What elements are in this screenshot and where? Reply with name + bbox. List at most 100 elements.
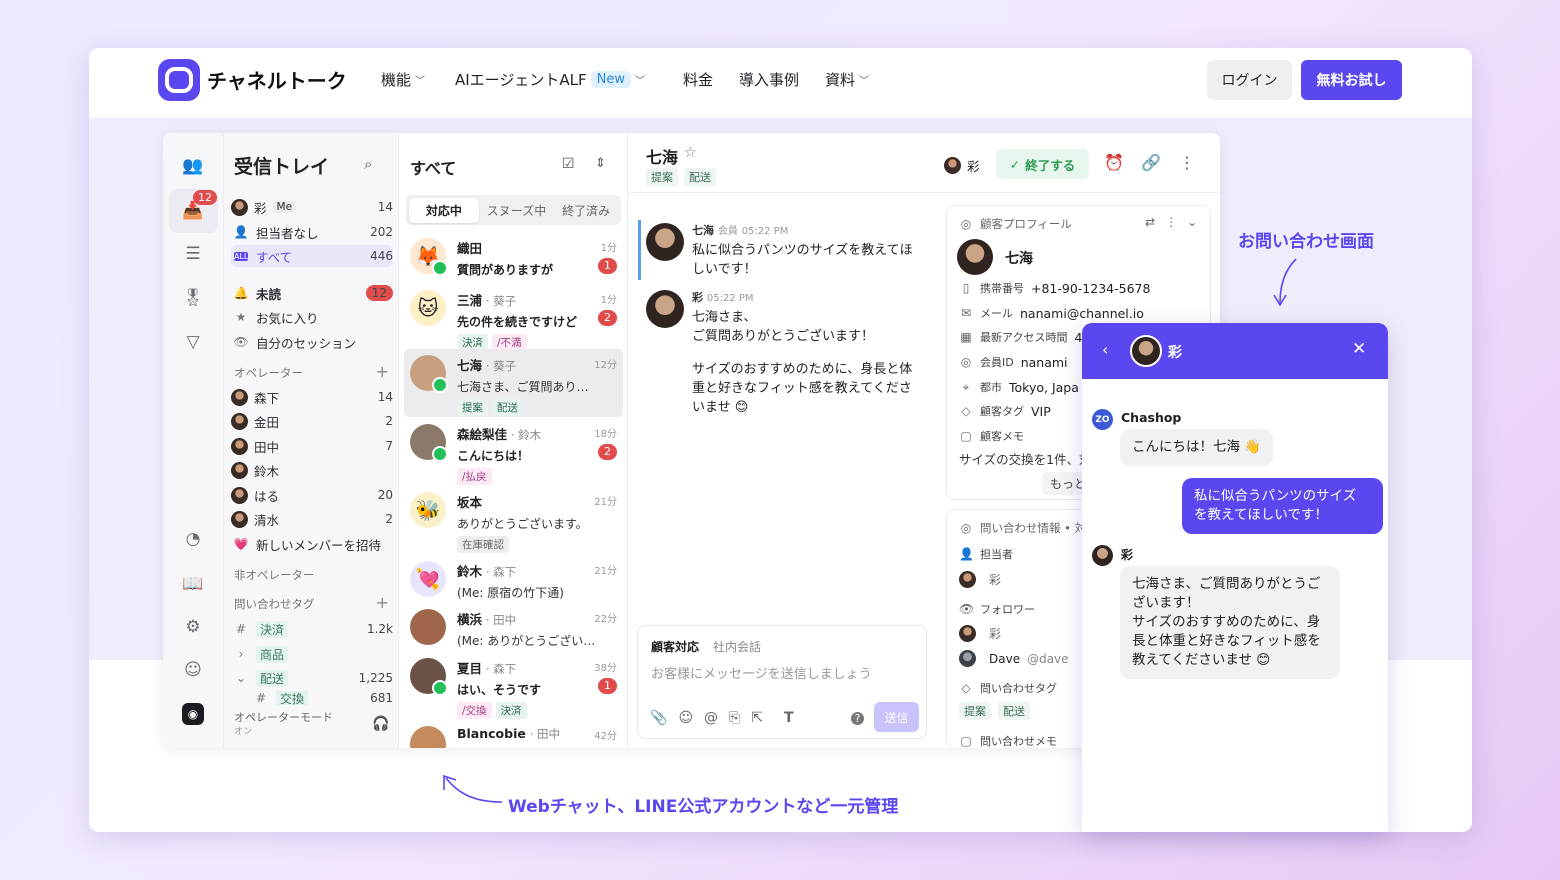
- inbox-item-unread[interactable]: 🔔 未読 12: [231, 282, 393, 304]
- swap-icon[interactable]: ⇄: [1145, 215, 1155, 229]
- follower-item[interactable]: Dave @dave: [959, 650, 1069, 667]
- team-icon[interactable]: 👥: [182, 155, 204, 177]
- invite-member-button[interactable]: 💗 新しいメンバーを招待: [231, 533, 393, 555]
- profile-tags: ◇ 顧客タグ VIP: [959, 403, 1050, 419]
- avatar: [231, 486, 248, 504]
- link-icon[interactable]: 🔗: [1141, 153, 1161, 172]
- assignee-chip[interactable]: 彩: [944, 156, 980, 175]
- conversation-item[interactable]: 七海 · 葵子 12分 七海さま、ご質問ありがと... 提案 配送: [404, 349, 623, 417]
- operator-item[interactable]: 清水 2: [231, 508, 393, 530]
- more-icon[interactable]: ⋮: [1179, 153, 1195, 172]
- inquiry-assignee[interactable]: 彩: [959, 571, 1001, 588]
- avatar: [959, 571, 976, 588]
- headset-icon[interactable]: 🎧: [372, 716, 389, 732]
- nav-cases[interactable]: 導入事例: [739, 69, 799, 90]
- tab-internal-chat[interactable]: 社内会話: [713, 638, 761, 655]
- inbox-item-all[interactable]: ALL すべて 446: [231, 245, 393, 267]
- conversation-item[interactable]: 🐝 坂本 21分 ありがとうございます。 在庫確認: [404, 486, 623, 553]
- mention-icon[interactable]: @: [704, 710, 718, 726]
- line-channel-icon: [432, 377, 448, 393]
- inquiry-assignee-label: 👤 担当者: [959, 547, 1013, 561]
- send-icon[interactable]: ▽: [182, 331, 204, 353]
- follower-item[interactable]: 彩: [959, 625, 1001, 642]
- text-format-icon[interactable]: T: [784, 710, 794, 726]
- operator-item[interactable]: 金田 2: [231, 410, 393, 432]
- end-conversation-button[interactable]: ✓ 終了する: [996, 149, 1089, 179]
- tab-open[interactable]: 対応中: [409, 197, 479, 223]
- list-icon[interactable]: ☰: [182, 243, 204, 265]
- tag-item[interactable]: ⌄ 配送 1,225: [231, 667, 393, 689]
- brand-name[interactable]: チャネルトーク: [207, 65, 347, 94]
- nav-pricing[interactable]: 料金: [683, 69, 713, 90]
- unread-count-badge: 1: [598, 678, 617, 694]
- conversation-tag: 配送: [492, 399, 523, 416]
- tag-item[interactable]: # 決済 1.2k: [231, 618, 393, 640]
- brand-logo-icon[interactable]: [158, 59, 200, 101]
- status-icon[interactable]: ◔: [182, 528, 204, 550]
- add-tag-icon[interactable]: +: [376, 593, 389, 612]
- non-operator-section[interactable]: 非オペレーター: [234, 567, 389, 583]
- customer-name: 七海: [646, 148, 679, 167]
- export-icon[interactable]: ⇱: [751, 710, 763, 726]
- nav-alf[interactable]: AIエージェントALF New ﹀: [455, 69, 645, 90]
- agent-reply-bubble: 七海さま、ご質問ありがとうご ざいます！ サイズのおすすめのために、身 長と体重…: [1120, 566, 1340, 679]
- bell-icon: 🔔: [233, 286, 249, 300]
- more-icon[interactable]: ⋮: [1165, 215, 1177, 229]
- reply-agent-name: 彩: [1121, 548, 1134, 562]
- conversation-item[interactable]: 🐱 三浦 · 葵子 1分 先の件を続きですけど 2 決済/不満: [404, 284, 623, 351]
- emoji-icon[interactable]: ☺: [678, 710, 693, 726]
- book-icon[interactable]: 📖: [182, 573, 204, 595]
- back-icon[interactable]: ‹: [1102, 340, 1108, 359]
- sort-icon[interactable]: ⇕: [595, 156, 606, 171]
- operator-item[interactable]: 田中 7: [231, 435, 393, 457]
- close-icon[interactable]: ✕: [1352, 339, 1366, 359]
- tab-customer-reply[interactable]: 顧客対応: [651, 638, 699, 655]
- checkbox-icon[interactable]: ☑: [562, 156, 575, 172]
- inbox-item-favorites[interactable]: ★ お気に入り: [231, 306, 393, 328]
- tag-item[interactable]: # 交換 681: [231, 691, 393, 705]
- conversation-item[interactable]: 夏目 · 森下 38分 はい、そうです 1/交換 決済: [404, 652, 623, 719]
- heart-icon: 💗: [233, 537, 249, 551]
- inbox-item-my-sessions[interactable]: 👁 自分のセッション: [231, 331, 393, 353]
- tab-snoozed[interactable]: スヌーズ中: [482, 202, 552, 219]
- profile-city: ⌖ 都市 Tokyo, Japa: [959, 379, 1079, 395]
- message-input[interactable]: お客様にメッセージを送信しましょう: [651, 663, 872, 682]
- eye-icon: 👁: [233, 335, 249, 349]
- attach-icon[interactable]: 📎: [650, 710, 667, 726]
- desk-app: 👥 📥 12 ☰ 🎖 ▽ ◔ 📖 ⚙ ☺ ◉ 受信トレイ ⌕ 彩 Me 14 👤 担当…: [163, 133, 1220, 748]
- free-trial-button[interactable]: 無料お試し: [1301, 60, 1402, 100]
- star-icon[interactable]: ☆: [684, 145, 697, 161]
- operator-item[interactable]: 森下 14: [231, 386, 393, 408]
- operator-item[interactable]: はる 20: [231, 484, 393, 506]
- send-button[interactable]: 送信: [874, 702, 919, 732]
- alarm-icon[interactable]: ⏰: [1104, 153, 1124, 172]
- gear-icon[interactable]: ⚙: [182, 616, 204, 638]
- chevron-down-icon[interactable]: ⌄: [1187, 215, 1197, 229]
- badge-icon[interactable]: 🎖: [182, 287, 204, 309]
- login-button[interactable]: ログイン: [1207, 60, 1292, 100]
- operator-item[interactable]: 鈴木: [231, 459, 393, 481]
- chevron-right-icon: ›: [238, 647, 244, 661]
- template-icon[interactable]: ⎘: [729, 710, 740, 726]
- conversation-list: すべて ☑ ⇕ 対応中 スヌーズ中 終了済み 🦊 織田 1分 質問がありますが 1 🐱 三…: [399, 133, 628, 748]
- nav-resources[interactable]: 資料 ﹀: [825, 69, 869, 90]
- profile-avatar-icon[interactable]: ☺: [182, 659, 204, 681]
- help-icon[interactable]: ?: [851, 712, 864, 725]
- channel-logo-icon[interactable]: ◉: [182, 703, 204, 725]
- inbox-item-unassigned[interactable]: 👤 担当者なし 202: [231, 221, 393, 243]
- conversation-item[interactable]: 森絵梨佳 · 鈴木 18分 こんにちは！ 2/払戻: [404, 418, 623, 485]
- conversation-item[interactable]: Blancobie · 田中 42分: [404, 720, 623, 748]
- inquiry-memo-label: ▢ 問い合わせメモ: [960, 734, 1057, 748]
- avatar: [231, 412, 248, 430]
- line-channel-icon: [432, 260, 448, 276]
- nav-features[interactable]: 機能 ﹀: [381, 69, 425, 90]
- tag-item[interactable]: › 商品: [231, 643, 393, 665]
- message-customer: 七海 会員 05:22 PM 私に似合うパンツのサイズを教えてほ しいです！: [646, 221, 936, 279]
- inbox-item-me[interactable]: 彩 Me 14: [231, 196, 393, 218]
- tab-closed[interactable]: 終了済み: [551, 202, 621, 219]
- search-icon[interactable]: ⌕: [364, 155, 372, 173]
- avatar: [231, 461, 248, 479]
- message-composer: 顧客対応 社内会話 お客様にメッセージを送信しましょう 📎 ☺ @ ⎘ ⇱ T …: [637, 625, 927, 739]
- operators-section: オペレーター +: [234, 362, 389, 381]
- add-operator-icon[interactable]: +: [376, 362, 389, 381]
